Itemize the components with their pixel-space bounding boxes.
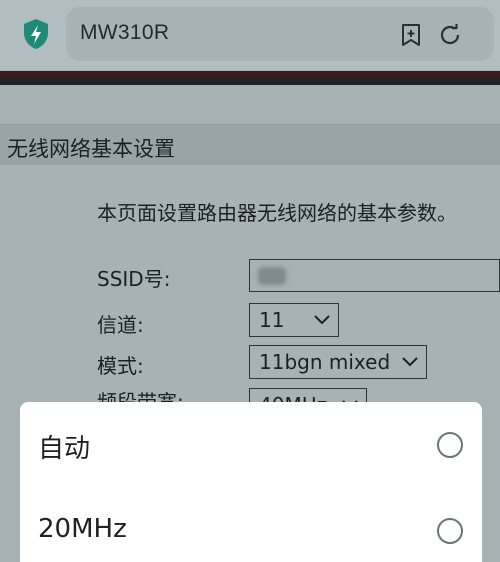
mode-select[interactable]: 11bgn mixed (249, 345, 427, 379)
chevron-down-icon (314, 315, 330, 325)
option-label: 20MHz (38, 514, 127, 544)
option-auto[interactable]: 自动 (20, 416, 482, 476)
channel-select[interactable]: 11 (249, 303, 339, 337)
browser-toolbar: MW310R (0, 0, 500, 70)
section-title: 无线网络基本设置 (7, 137, 175, 161)
ssid-label: SSID号: (97, 267, 171, 291)
mode-label: 模式: (97, 354, 144, 378)
option-20mhz[interactable]: 20MHz (20, 502, 482, 562)
shield-bolt-icon[interactable] (22, 18, 50, 50)
address-bar[interactable]: MW310R (66, 7, 494, 61)
channel-label: 信道: (97, 313, 144, 337)
header-dark-stripe (0, 77, 500, 85)
page-description: 本页面设置路由器无线网络的基本参数。 (97, 201, 457, 225)
ssid-redacted-value (258, 267, 286, 285)
channel-value: 11 (259, 308, 285, 332)
chevron-down-icon (402, 357, 418, 367)
radio-button[interactable] (437, 432, 463, 458)
page-title-text: MW310R (80, 21, 170, 44)
radio-button[interactable] (437, 518, 463, 544)
ssid-input[interactable] (249, 259, 500, 292)
option-label: 自动 (38, 434, 91, 464)
bookmark-add-icon[interactable] (399, 23, 423, 47)
mode-value: 11bgn mixed (259, 350, 391, 374)
section-header: 无线网络基本设置 (0, 124, 500, 165)
reload-icon[interactable] (438, 23, 462, 47)
bandwidth-options-dialog: 自动 20MHz (20, 402, 482, 562)
